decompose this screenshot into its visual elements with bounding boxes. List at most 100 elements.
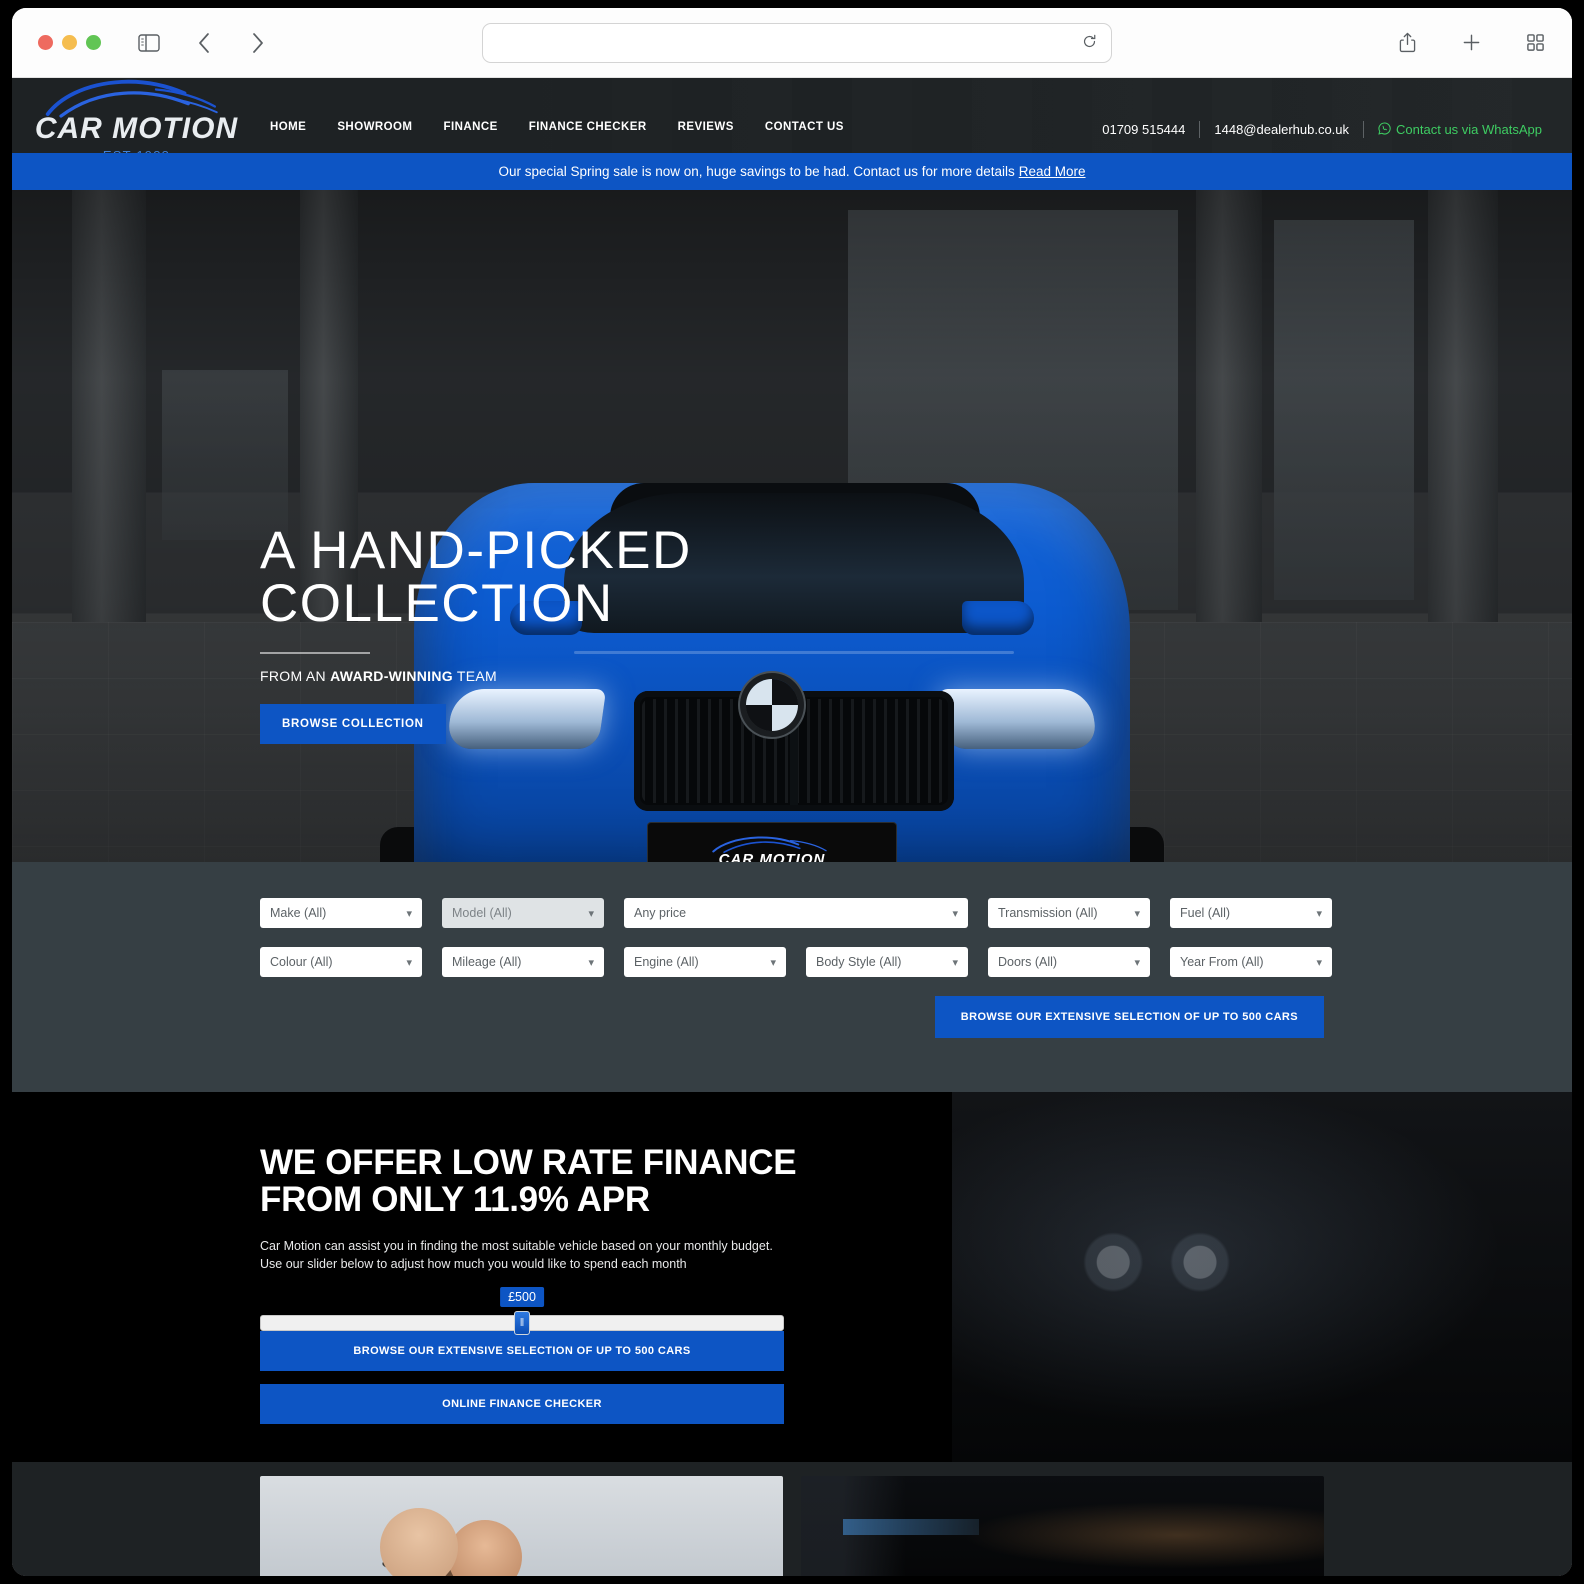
logo-wordmark: CAR MOTION [34, 112, 239, 145]
header-email-link[interactable]: 1448@dealerhub.co.uk [1214, 122, 1349, 137]
chevron-down-icon: ▾ [770, 956, 776, 969]
sidebar-icon[interactable] [134, 28, 164, 58]
navigation-arrows [189, 28, 273, 58]
chevron-down-icon: ▾ [952, 907, 958, 920]
nav-item-home[interactable]: HOME [270, 121, 306, 133]
filter-mileage-select[interactable]: Mileage (All) ▾ [442, 947, 604, 977]
hero-subtitle-strong: AWARD-WINNING [330, 668, 453, 684]
feature-card-workshop[interactable] [801, 1476, 1324, 1576]
filter-browse-selection-button[interactable]: BROWSE OUR EXTENSIVE SELECTION OF UP TO … [934, 996, 1324, 1038]
chevron-down-icon: ▾ [406, 907, 412, 920]
feature-card-customers[interactable] [260, 1476, 783, 1576]
slider-thumb-grip: ‖ [519, 1316, 525, 1329]
logo-established: EST 1988 [34, 148, 239, 153]
online-finance-checker-button[interactable]: ONLINE FINANCE CHECKER [260, 1384, 784, 1425]
finance-paragraph: Car Motion can assist you in finding the… [260, 1238, 773, 1271]
filter-engine-label: Engine (All) [634, 955, 699, 969]
slider-value-bubble: £500 [500, 1287, 544, 1308]
car-number-plate: CAR MOTION [648, 823, 896, 862]
whatsapp-icon [1378, 121, 1391, 138]
header-whatsapp-label: Contact us via WhatsApp [1396, 122, 1542, 137]
chevron-down-icon: ▾ [588, 907, 594, 920]
hero-title-line-2: COLLECTION [260, 574, 614, 633]
nav-item-finance[interactable]: FINANCE [443, 121, 497, 133]
plate-text: CAR MOTION [718, 851, 826, 862]
promo-text: Our special Spring sale is now on, huge … [498, 164, 1015, 179]
hero-subtitle-prefix: FROM AN [260, 668, 331, 684]
feature-cards-grid [260, 1476, 1324, 1576]
filter-row-1: Make (All) ▾ Model (All) ▾ Any price ▾ T… [260, 898, 1332, 928]
filter-engine-select[interactable]: Engine (All) ▾ [624, 947, 786, 977]
browser-window: CAR MOTION EST 1988 HOME SHOWROOM FINANC… [12, 8, 1572, 1576]
slider-thumb[interactable]: ‖ [514, 1311, 530, 1336]
reload-icon[interactable] [1082, 34, 1097, 52]
car-badge-icon [746, 679, 798, 731]
hero-subtitle: FROM AN AWARD-WINNING TEAM [260, 668, 692, 684]
filter-cta-row: BROWSE OUR EXTENSIVE SELECTION OF UP TO … [260, 996, 1324, 1038]
chevron-right-icon[interactable] [243, 28, 273, 58]
filter-make-select[interactable]: Make (All) ▾ [260, 898, 422, 928]
finance-heading: WE OFFER LOW RATE FINANCE FROM ONLY 11.9… [260, 1144, 1324, 1219]
share-icon[interactable] [1392, 28, 1422, 58]
filter-price-label: Any price [634, 906, 687, 920]
filter-year-from-select[interactable]: Year From (All) ▾ [1170, 947, 1332, 977]
filter-mileage-label: Mileage (All) [452, 955, 522, 969]
minimize-window-button[interactable] [62, 35, 77, 50]
feature-cards-section [12, 1462, 1572, 1576]
hero-background-image: CAR MOTION [12, 190, 1572, 862]
nav-item-finance-checker[interactable]: FINANCE CHECKER [529, 121, 647, 133]
filter-transmission-select[interactable]: Transmission (All) ▾ [988, 898, 1150, 928]
website-viewport: CAR MOTION EST 1988 HOME SHOWROOM FINANC… [12, 78, 1572, 1576]
site-logo[interactable]: CAR MOTION EST 1988 [34, 78, 239, 153]
chevron-down-icon: ▾ [588, 956, 594, 969]
grid-icon[interactable] [1520, 28, 1550, 58]
filter-price-select[interactable]: Any price ▾ [624, 898, 968, 928]
header-whatsapp-link[interactable]: Contact us via WhatsApp [1378, 121, 1542, 138]
browser-toolbar [12, 8, 1572, 78]
chevron-down-icon: ▾ [406, 956, 412, 969]
nav-item-showroom[interactable]: SHOWROOM [337, 121, 412, 133]
filter-model-select[interactable]: Model (All) ▾ [442, 898, 604, 928]
finance-content: WE OFFER LOW RATE FINANCE FROM ONLY 11.9… [12, 1092, 1572, 1425]
chevron-left-icon[interactable] [189, 28, 219, 58]
filter-body-style-select[interactable]: Body Style (All) ▾ [806, 947, 968, 977]
toolbar-right-icons [1392, 28, 1550, 58]
chevron-down-icon: ▾ [1316, 907, 1322, 920]
filter-fuel-label: Fuel (All) [1180, 906, 1231, 920]
promo-read-more-link[interactable]: Read More [1019, 164, 1086, 179]
hero-copy: A HAND-PICKED COLLECTION FROM AN AWARD-W… [260, 524, 692, 744]
finance-section: WE OFFER LOW RATE FINANCE FROM ONLY 11.9… [12, 1092, 1572, 1462]
filter-row-2: Colour (All) ▾ Mileage (All) ▾ Engine (A… [260, 947, 1332, 977]
zoom-window-button[interactable] [86, 35, 101, 50]
filter-colour-label: Colour (All) [270, 955, 333, 969]
browse-collection-button[interactable]: BROWSE COLLECTION [260, 704, 446, 744]
plus-icon[interactable] [1456, 28, 1486, 58]
hero-title: A HAND-PICKED COLLECTION [260, 524, 692, 630]
filter-colour-select[interactable]: Colour (All) ▾ [260, 947, 422, 977]
promo-banner: Our special Spring sale is now on, huge … [12, 153, 1572, 190]
finance-heading-line-2: FROM ONLY 11.9% APR [260, 1180, 650, 1220]
filter-doors-select[interactable]: Doors (All) ▾ [988, 947, 1150, 977]
contact-divider-2 [1363, 121, 1365, 138]
car-headlamp-right [937, 689, 1099, 749]
filter-year-from-label: Year From (All) [1180, 955, 1264, 969]
address-bar[interactable] [482, 22, 1112, 63]
traffic-lights [38, 35, 101, 50]
hero-divider [260, 652, 370, 654]
header-contact-bar: 01709 515444 1448@dealerhub.co.uk Contac… [1102, 121, 1542, 138]
hero-section: CAR MOTION A HAND-PICKED COLLECTION FROM… [12, 190, 1572, 862]
filter-doors-label: Doors (All) [998, 955, 1058, 969]
vehicle-search-filters: Make (All) ▾ Model (All) ▾ Any price ▾ T… [12, 862, 1572, 1092]
filter-make-label: Make (All) [270, 906, 327, 920]
nav-item-contact-us[interactable]: CONTACT US [765, 121, 844, 133]
close-window-button[interactable] [38, 35, 53, 50]
chevron-down-icon: ▾ [1134, 956, 1140, 969]
header-phone-link[interactable]: 01709 515444 [1102, 122, 1185, 137]
chevron-down-icon: ▾ [1134, 907, 1140, 920]
site-header: CAR MOTION EST 1988 HOME SHOWROOM FINANC… [12, 78, 1572, 153]
contact-divider-1 [1199, 121, 1201, 138]
address-bar-container [482, 22, 1112, 63]
filter-fuel-select[interactable]: Fuel (All) ▾ [1170, 898, 1332, 928]
finance-browse-selection-button[interactable]: BROWSE OUR EXTENSIVE SELECTION OF UP TO … [260, 1331, 784, 1372]
nav-item-reviews[interactable]: REVIEWS [678, 121, 734, 133]
